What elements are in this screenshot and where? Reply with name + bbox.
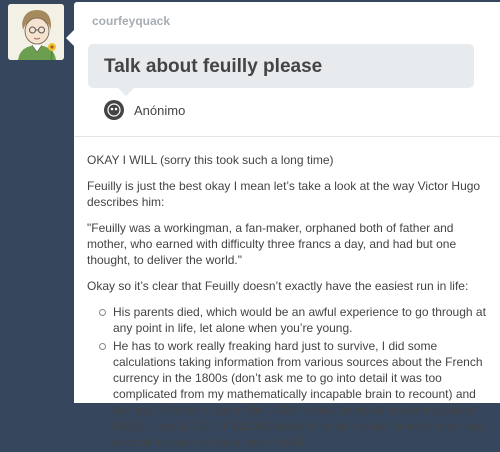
blog-name-link[interactable]: courfeyquack [92,14,170,28]
blog-avatar[interactable] [8,4,64,60]
answer-list: His parents died, which would be an awfu… [87,304,487,450]
asker-name: Anónimo [134,102,186,118]
answer-paragraph: "Feuilly was a workingman, a fan-maker, … [87,221,457,267]
asker: Anónimo [104,100,185,120]
list-item: His parents died, which would be an awfu… [99,305,486,335]
anonymous-icon [104,100,124,120]
list-item: He has to work really freaking hard just… [99,338,487,450]
divider [74,136,500,137]
post-card: courfeyquack Talk about feuilly please A… [66,2,500,449]
user-avatar-icon [8,4,64,60]
answer-paragraph: OKAY I WILL (sorry this took such a long… [87,153,334,167]
question-bubble: Talk about feuilly please [88,44,474,96]
question-text: Talk about feuilly please [104,56,323,77]
answer-paragraph: Okay so it’s clear that Feuilly doesn’t … [87,279,469,293]
question-pointer [118,88,134,96]
post-pointer [66,30,74,46]
answer-paragraph: Feuilly is just the best okay I mean let… [87,179,481,209]
answer-body: OKAY I WILL (sorry this took such a long… [87,152,487,452]
